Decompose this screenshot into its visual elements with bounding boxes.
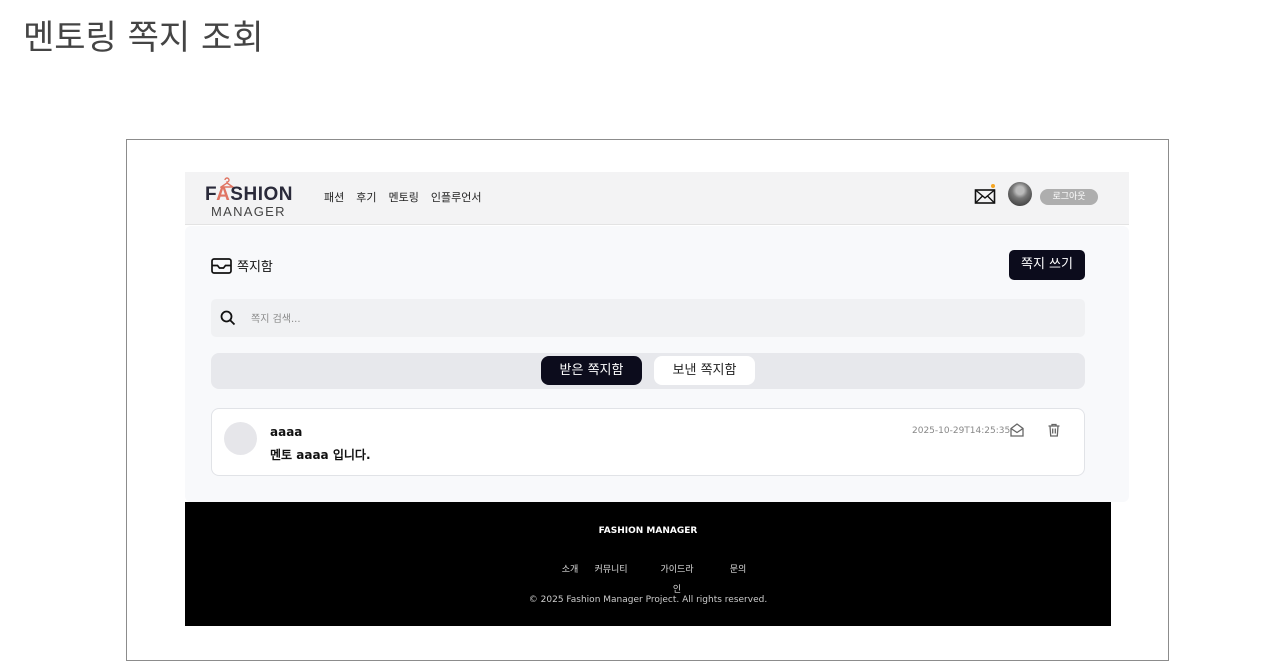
message-panel: 쪽지함 쪽지 쓰기 받은 쪽지함 보낸 쪽지함 aaaa 멘토 aaaa 입니다…: [185, 226, 1129, 502]
inbox-icon: [211, 257, 232, 274]
message-item[interactable]: aaaa 멘토 aaaa 입니다. 2025-10-29T14:25:35: [211, 408, 1085, 476]
message-tabs: 받은 쪽지함 보낸 쪽지함: [211, 353, 1085, 389]
logo[interactable]: FASHION MANAGER: [205, 177, 297, 219]
top-nav: FASHION MANAGER 패션 후기 멘토링 인플루언서 로그아웃: [185, 172, 1129, 225]
open-envelope-icon[interactable]: [1009, 422, 1025, 438]
search-bar: [211, 299, 1085, 337]
trash-icon[interactable]: [1046, 422, 1062, 438]
avatar[interactable]: [1008, 182, 1032, 206]
logo-subtitle: MANAGER: [211, 204, 286, 219]
browser-frame: FASHION MANAGER 패션 후기 멘토링 인플루언서 로그아웃 쪽지함…: [126, 139, 1169, 661]
nav-link-fashion[interactable]: 패션: [324, 189, 344, 205]
page-title: 멘토링 쪽지 조회: [23, 18, 264, 58]
logout-button[interactable]: 로그아웃: [1040, 189, 1098, 205]
nav-link-mentoring[interactable]: 멘토링: [389, 189, 419, 205]
footer: FASHION MANAGER 소개 커뮤니티 가이드라인 문의 © 2025 …: [185, 502, 1111, 626]
search-icon: [220, 310, 236, 326]
mail-icon[interactable]: [974, 187, 996, 205]
inbox-header: 쪽지함: [211, 256, 273, 275]
footer-link-contact[interactable]: 문의: [718, 560, 758, 580]
nav-links: 패션 후기 멘토링 인플루언서: [324, 189, 493, 205]
tab-received[interactable]: 받은 쪽지함: [541, 356, 642, 385]
logo-wordmark: FASHION: [205, 184, 293, 205]
footer-copyright: © 2025 Fashion Manager Project. All righ…: [528, 595, 768, 605]
message-timestamp: 2025-10-29T14:25:35: [912, 426, 1011, 436]
footer-title: FASHION MANAGER: [598, 526, 698, 536]
search-input[interactable]: [249, 309, 1053, 329]
message-sender: aaaa: [270, 425, 303, 439]
message-body: 멘토 aaaa 입니다.: [270, 448, 371, 462]
nav-link-reviews[interactable]: 후기: [356, 189, 376, 205]
write-message-button[interactable]: 쪽지 쓰기: [1009, 250, 1085, 280]
nav-link-influencer[interactable]: 인플루언서: [431, 189, 482, 205]
inbox-label: 쪽지함: [237, 260, 273, 275]
sender-avatar: [224, 422, 257, 455]
notification-dot: [991, 184, 995, 188]
tab-sent[interactable]: 보낸 쪽지함: [654, 356, 755, 385]
footer-link-about[interactable]: 소개: [550, 560, 590, 580]
footer-link-guidelines[interactable]: 가이드라인: [657, 560, 697, 600]
footer-link-community[interactable]: 커뮤니티: [591, 560, 631, 580]
